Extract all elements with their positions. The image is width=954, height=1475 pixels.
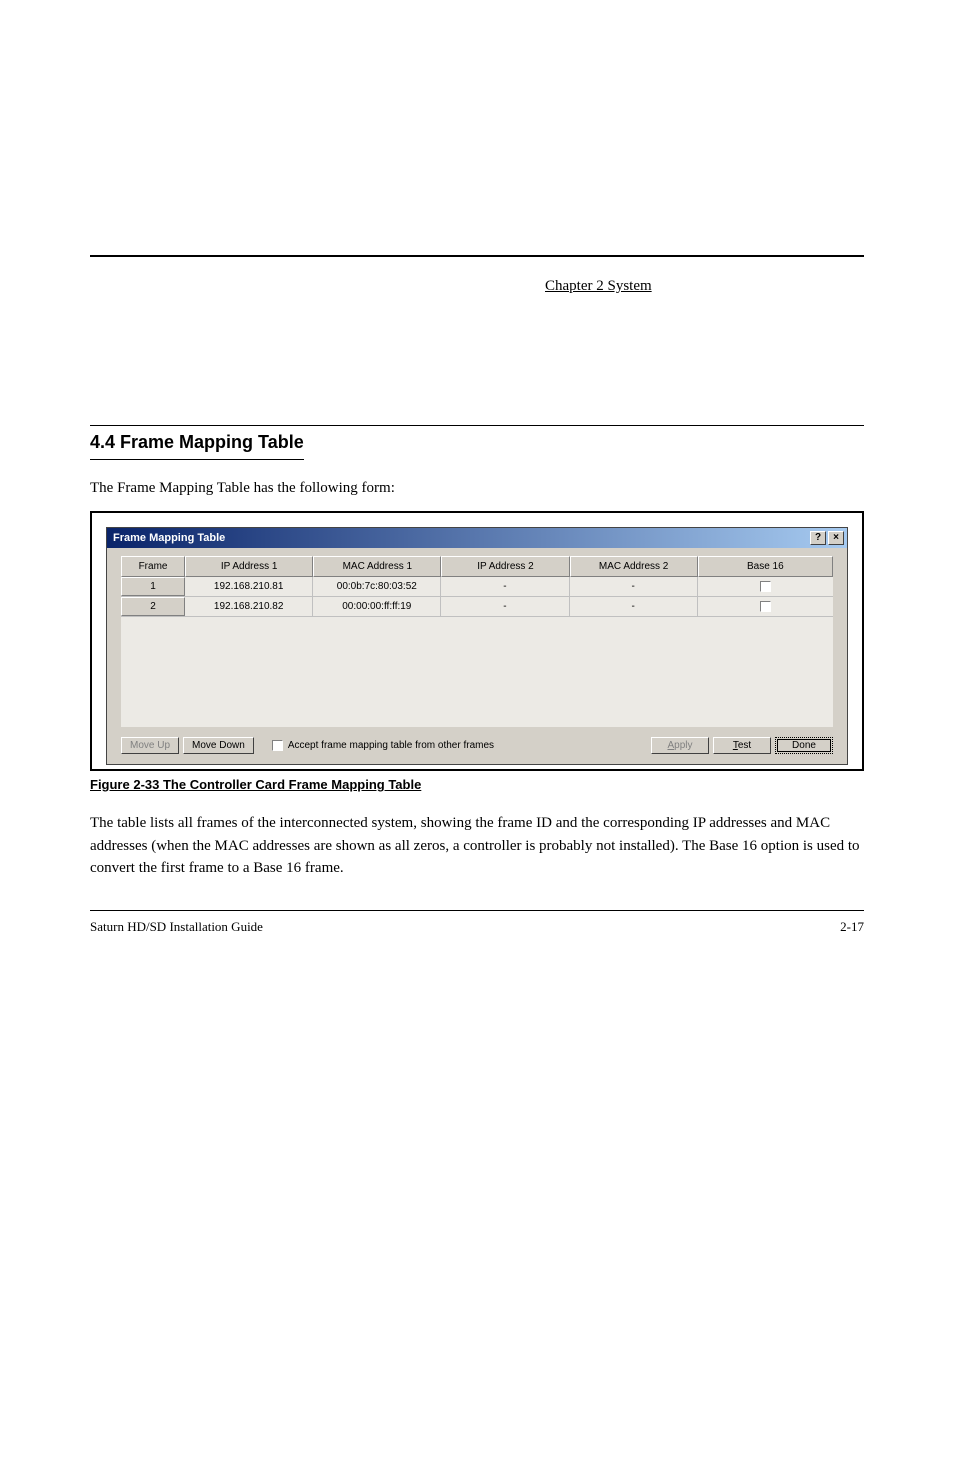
- section-divider-top: [90, 425, 864, 426]
- col-header-ip1[interactable]: IP Address 1: [185, 556, 313, 577]
- cell-base16: [698, 577, 833, 596]
- test-button[interactable]: Test: [713, 737, 771, 754]
- cell-ip1: 192.168.210.81: [185, 577, 313, 596]
- col-header-frame[interactable]: Frame: [121, 556, 185, 577]
- cell-frame: 2: [121, 597, 185, 616]
- cell-mac2: -: [570, 597, 698, 616]
- help-icon[interactable]: ?: [810, 531, 826, 545]
- close-icon[interactable]: ×: [828, 531, 844, 545]
- move-down-button[interactable]: Move Down: [183, 737, 254, 754]
- checkbox-base16[interactable]: [760, 581, 771, 592]
- accept-mapping-checkbox[interactable]: [272, 740, 283, 751]
- accept-mapping-label: Accept frame mapping table from other fr…: [288, 740, 494, 751]
- table-row[interactable]: 1 192.168.210.81 00:0b:7c:80:03:52 - -: [121, 577, 833, 597]
- col-header-ip2[interactable]: IP Address 2: [441, 556, 569, 577]
- cell-ip2: -: [441, 577, 569, 596]
- dialog-titlebar: Frame Mapping Table ? ×: [107, 528, 847, 548]
- chapter-link[interactable]: Chapter 2 System: [545, 278, 652, 295]
- section-intro: The Frame Mapping Table has the followin…: [90, 478, 864, 499]
- header-divider: [90, 255, 864, 257]
- section-heading: 4.4 Frame Mapping Table: [90, 432, 304, 460]
- frame-mapping-dialog: Frame Mapping Table ? × Frame IP Address…: [106, 527, 848, 765]
- footer-left: Saturn HD/SD Installation Guide: [90, 919, 263, 935]
- cell-frame: 1: [121, 577, 185, 596]
- table-empty-area: [121, 617, 833, 727]
- dialog-title: Frame Mapping Table: [113, 532, 225, 544]
- table-row[interactable]: 2 192.168.210.82 00:00:00:ff:ff:19 - -: [121, 597, 833, 617]
- cell-base16: [698, 597, 833, 616]
- screenshot-container: Frame Mapping Table ? × Frame IP Address…: [90, 511, 864, 771]
- move-up-button[interactable]: Move Up: [121, 737, 179, 754]
- cell-ip2: -: [441, 597, 569, 616]
- body-paragraph: The table lists all frames of the interc…: [90, 812, 864, 880]
- apply-button[interactable]: Apply: [651, 737, 709, 754]
- cell-ip1: 192.168.210.82: [185, 597, 313, 616]
- col-header-base16[interactable]: Base 16: [698, 556, 833, 577]
- cell-mac1: 00:00:00:ff:ff:19: [313, 597, 441, 616]
- page-footer: Saturn HD/SD Installation Guide 2-17: [90, 919, 864, 935]
- checkbox-base16[interactable]: [760, 601, 771, 612]
- done-button[interactable]: Done: [775, 737, 833, 754]
- cell-mac2: -: [570, 577, 698, 596]
- table-header-row: Frame IP Address 1 MAC Address 1 IP Addr…: [121, 556, 833, 577]
- footer-divider: [90, 910, 864, 911]
- col-header-mac1[interactable]: MAC Address 1: [313, 556, 441, 577]
- cell-mac1: 00:0b:7c:80:03:52: [313, 577, 441, 596]
- col-header-mac2[interactable]: MAC Address 2: [570, 556, 698, 577]
- figure-caption: Figure 2-33 The Controller Card Frame Ma…: [90, 777, 864, 792]
- footer-page-number: 2-17: [840, 919, 864, 935]
